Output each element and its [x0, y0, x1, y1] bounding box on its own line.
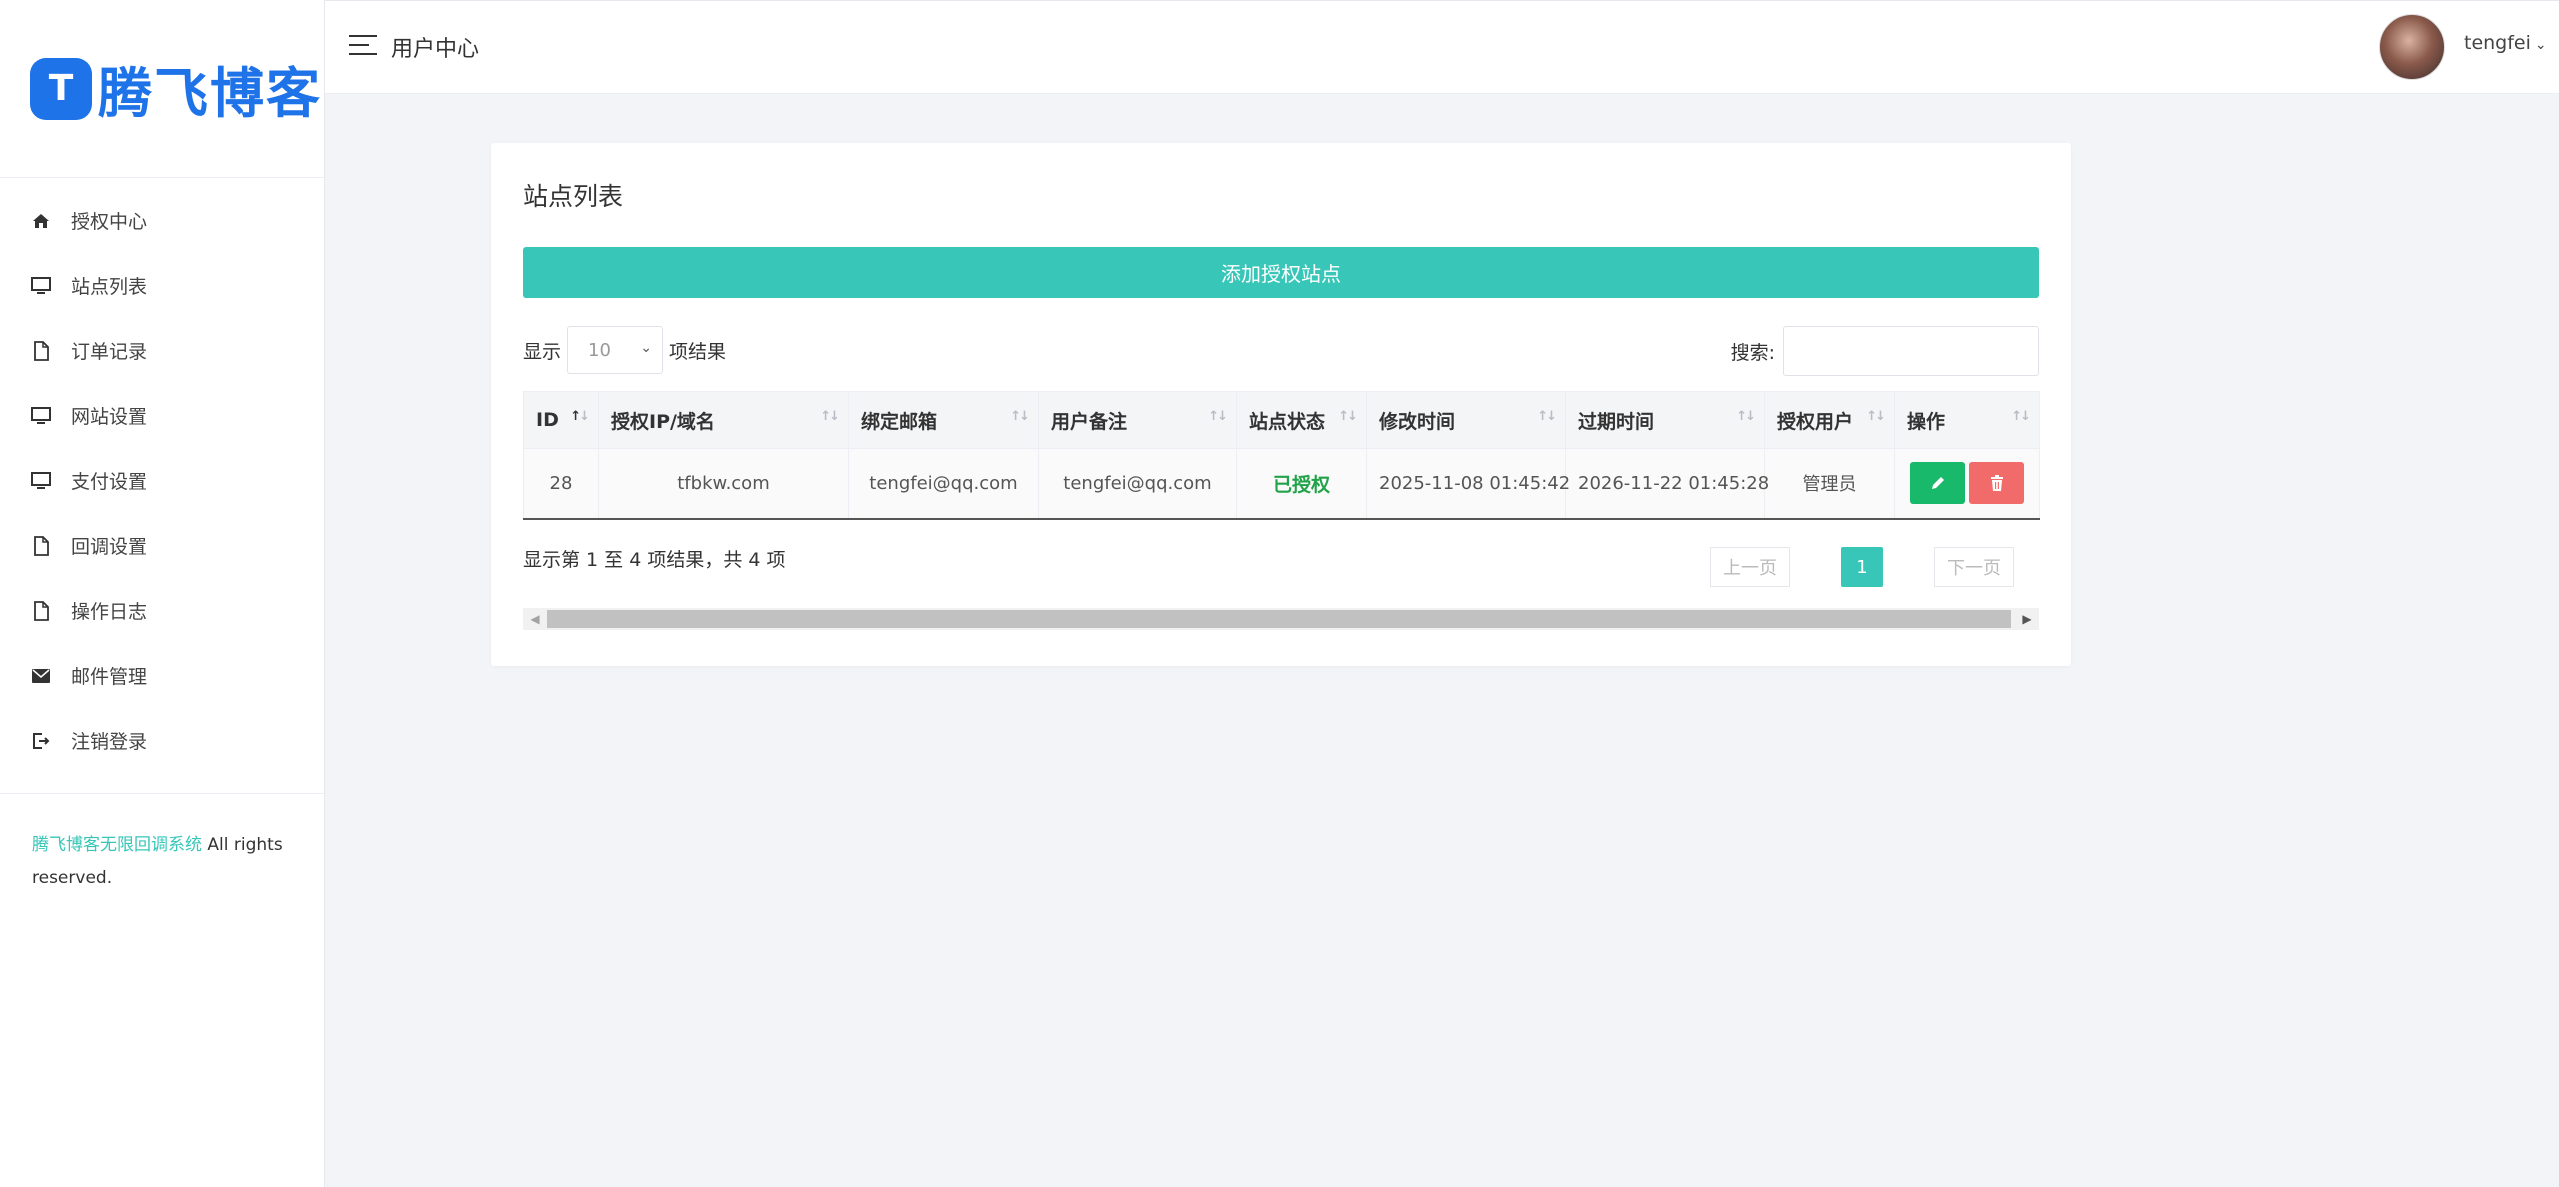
column-header-id[interactable]: ID ↑↓ [523, 391, 599, 449]
sidebar-item-label: 站点列表 [71, 276, 148, 298]
cell-email: tengfei@qq.com [848, 448, 1039, 520]
site-list-card: 站点列表 添加授权站点 显示 10 ⌄ 项结果 搜索: ID ↑↓ 授权IP/域名… [491, 143, 2071, 666]
file-icon [30, 600, 52, 622]
monitor-icon [30, 470, 52, 492]
table-info: 显示第 1 至 4 项结果，共 4 项 [523, 549, 786, 571]
avatar[interactable] [2379, 14, 2445, 80]
sort-icon: ↑↓ [820, 409, 840, 424]
card-title: 站点列表 [523, 182, 624, 211]
logout-icon [30, 730, 52, 752]
home-icon [30, 210, 52, 232]
column-header-modified[interactable]: 修改时间 ↑↓ [1366, 391, 1566, 449]
mail-icon [30, 665, 52, 687]
sidebar: T 腾飞博客 授权中心 站点列表 订单记录 网站设置 支付设置 回调设置 操作日… [0, 0, 325, 1187]
sidebar-item-auth-center[interactable]: 授权中心 [0, 188, 324, 253]
scrollbar-thumb[interactable] [547, 610, 2011, 628]
table-header-row: ID ↑↓ 授权IP/域名 ↑↓ 绑定邮箱 ↑↓ 用户备注 ↑↓ 站点状态 ↑↓ 修改时间… [523, 391, 2040, 449]
sidebar-item-site-settings[interactable]: 网站设置 [0, 383, 324, 448]
sidebar-item-label: 注销登录 [71, 731, 148, 753]
sidebar-item-label: 订单记录 [71, 341, 148, 363]
site-table: ID ↑↓ 授权IP/域名 ↑↓ 绑定邮箱 ↑↓ 用户备注 ↑↓ 站点状态 ↑↓ 修改时间… [523, 391, 2040, 520]
length-prefix-label: 显示 [523, 340, 562, 363]
search-label: 搜索: [1730, 341, 1775, 364]
sort-icon: ↑↓ [2011, 409, 2031, 424]
cell-id: 28 [523, 448, 599, 520]
sidebar-item-label: 操作日志 [71, 601, 148, 623]
delete-button[interactable] [1969, 462, 2024, 505]
sidebar-item-logout[interactable]: 注销登录 [0, 708, 324, 773]
sidebar-item-order-records[interactable]: 订单记录 [0, 318, 324, 383]
menu-toggle-icon[interactable] [349, 35, 377, 57]
column-header-user[interactable]: 授权用户 ↑↓ [1764, 391, 1895, 449]
horizontal-scrollbar[interactable]: ◀ ▶ [523, 608, 2039, 630]
sidebar-item-operation-log[interactable]: 操作日志 [0, 578, 324, 643]
column-header-note[interactable]: 用户备注 ↑↓ [1038, 391, 1237, 449]
pagination-prev-button[interactable]: 上一页 [1710, 547, 1790, 587]
sort-icon: ↑↓ [1208, 409, 1228, 424]
top-bar: 用户中心 [325, 0, 2559, 94]
logo[interactable]: T 腾飞博客 [0, 0, 324, 178]
monitor-icon [30, 275, 52, 297]
file-icon [30, 535, 52, 557]
page-length-control: 显示 10 ⌄ 项结果 [523, 326, 726, 374]
table-row: 28 tfbkw.com tengfei@qq.com tengfei@qq.c… [523, 448, 2040, 520]
search-input[interactable] [1783, 326, 2039, 376]
sidebar-item-label: 邮件管理 [71, 666, 148, 688]
sidebar-item-label: 网站设置 [71, 406, 148, 428]
page-length-value: 10 [588, 339, 611, 361]
logo-text: 腾飞博客 [98, 62, 322, 125]
cell-actions [1894, 448, 2040, 520]
column-header-actions[interactable]: 操作 ↑↓ [1894, 391, 2040, 449]
chevron-down-icon: ⌄ [640, 340, 653, 356]
page-length-select[interactable]: 10 ⌄ [567, 326, 664, 374]
site-table-wrapper: ID ↑↓ 授权IP/域名 ↑↓ 绑定邮箱 ↑↓ 用户备注 ↑↓ 站点状态 ↑↓ 修改时间… [523, 391, 2040, 520]
sidebar-item-mail-management[interactable]: 邮件管理 [0, 643, 324, 708]
page-title: 用户中心 [391, 37, 480, 62]
sort-icon: ↑↓ [570, 409, 590, 424]
trash-icon [1990, 475, 2003, 492]
search-control: 搜索: [1731, 326, 2039, 376]
user-menu[interactable]: tengfei ⌄ [2464, 32, 2547, 54]
status-badge: 已授权 [1236, 448, 1367, 520]
scroll-left-icon[interactable]: ◀ [523, 608, 547, 630]
sort-icon: ↑↓ [1736, 409, 1756, 424]
sidebar-item-payment-settings[interactable]: 支付设置 [0, 448, 324, 513]
sort-icon: ↑↓ [1537, 409, 1557, 424]
cell-modified: 2025-11-08 01:45:42 [1366, 448, 1570, 520]
sort-icon: ↑↓ [1338, 409, 1358, 424]
sidebar-nav: 授权中心 站点列表 订单记录 网站设置 支付设置 回调设置 操作日志 邮件管理 … [0, 178, 324, 773]
sort-icon: ↑↓ [1866, 409, 1886, 424]
column-header-status[interactable]: 站点状态 ↑↓ [1236, 391, 1367, 449]
sort-icon: ↑↓ [1010, 409, 1030, 424]
file-icon [30, 340, 52, 362]
cell-domain: tfbkw.com [598, 448, 849, 520]
length-suffix-label: 项结果 [669, 340, 727, 363]
column-header-email[interactable]: 绑定邮箱 ↑↓ [848, 391, 1039, 449]
cell-expires: 2026-11-22 01:45:28 [1565, 448, 1769, 520]
column-header-domain[interactable]: 授权IP/域名 ↑↓ [598, 391, 849, 449]
sidebar-item-site-list[interactable]: 站点列表 [0, 253, 324, 318]
sidebar-item-callback-settings[interactable]: 回调设置 [0, 513, 324, 578]
scroll-right-icon[interactable]: ▶ [2015, 608, 2039, 630]
column-header-expires[interactable]: 过期时间 ↑↓ [1565, 391, 1765, 449]
edit-button[interactable] [1910, 462, 1965, 505]
pagination-next-button[interactable]: 下一页 [1934, 547, 2014, 587]
pencil-icon [1931, 477, 1944, 490]
pagination-page-1[interactable]: 1 [1841, 547, 1883, 587]
logo-icon: T [30, 57, 92, 120]
sidebar-item-label: 授权中心 [71, 211, 148, 233]
chevron-down-icon: ⌄ [2534, 37, 2547, 53]
cell-note: tengfei@qq.com [1038, 448, 1237, 520]
sidebar-item-label: 回调设置 [71, 536, 148, 558]
sidebar-item-label: 支付设置 [71, 471, 148, 493]
monitor-icon [30, 405, 52, 427]
cell-user: 管理员 [1764, 448, 1895, 520]
sidebar-footer: 腾飞博客无限回调系统 All rights reserved. [0, 793, 324, 895]
username-label: tengfei [2464, 32, 2531, 54]
add-authorized-site-button[interactable]: 添加授权站点 [523, 247, 2039, 298]
footer-brand-link[interactable]: 腾飞博客无限回调系统 [32, 835, 202, 855]
